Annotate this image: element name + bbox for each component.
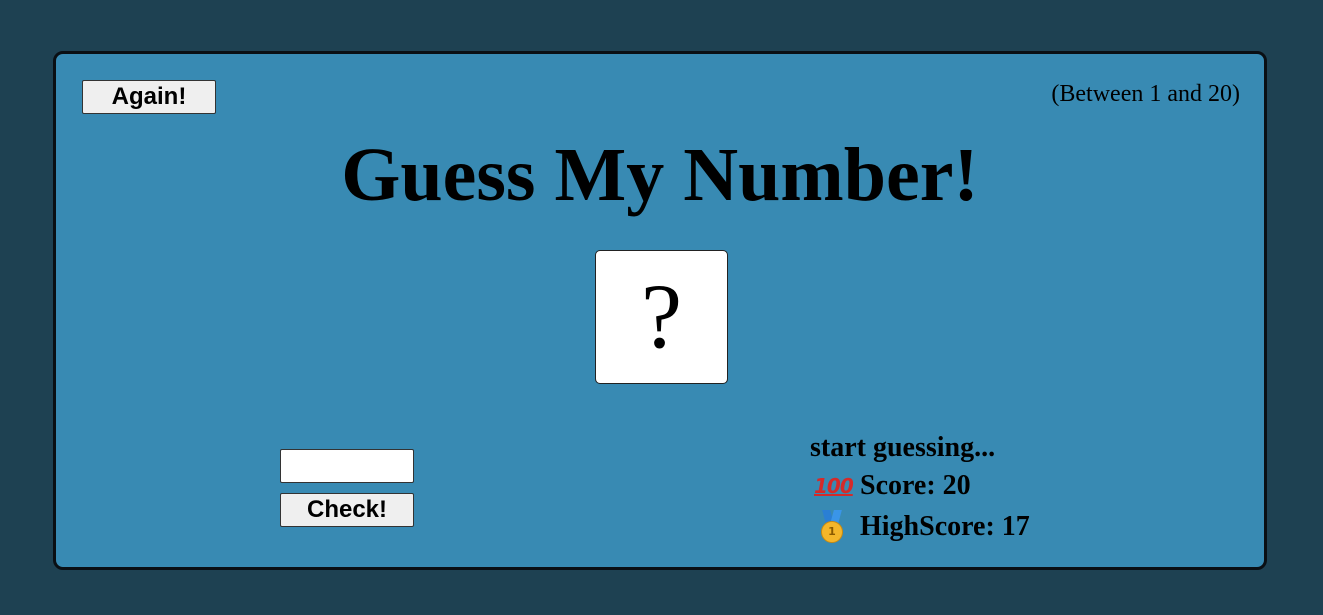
hundred-points-icon: 100	[814, 474, 854, 498]
guess-input[interactable]	[280, 449, 414, 483]
secret-number-box: ?	[595, 250, 728, 384]
status-message: start guessing...	[810, 432, 996, 463]
check-button[interactable]: Check!	[280, 493, 414, 527]
again-button[interactable]: Again!	[82, 80, 216, 114]
score-row: 100 Score: 20	[814, 470, 971, 502]
highscore-label: HighScore: 17	[860, 511, 1030, 542]
game-card: Again! (Between 1 and 20) Guess My Numbe…	[53, 51, 1267, 570]
highscore-row: 1 HighScore: 17	[814, 510, 1030, 544]
range-hint: (Between 1 and 20)	[1051, 81, 1240, 107]
score-label: Score: 20	[860, 470, 971, 501]
first-place-medal-icon: 1	[814, 510, 850, 544]
page-title: Guess My Number!	[341, 133, 979, 217]
